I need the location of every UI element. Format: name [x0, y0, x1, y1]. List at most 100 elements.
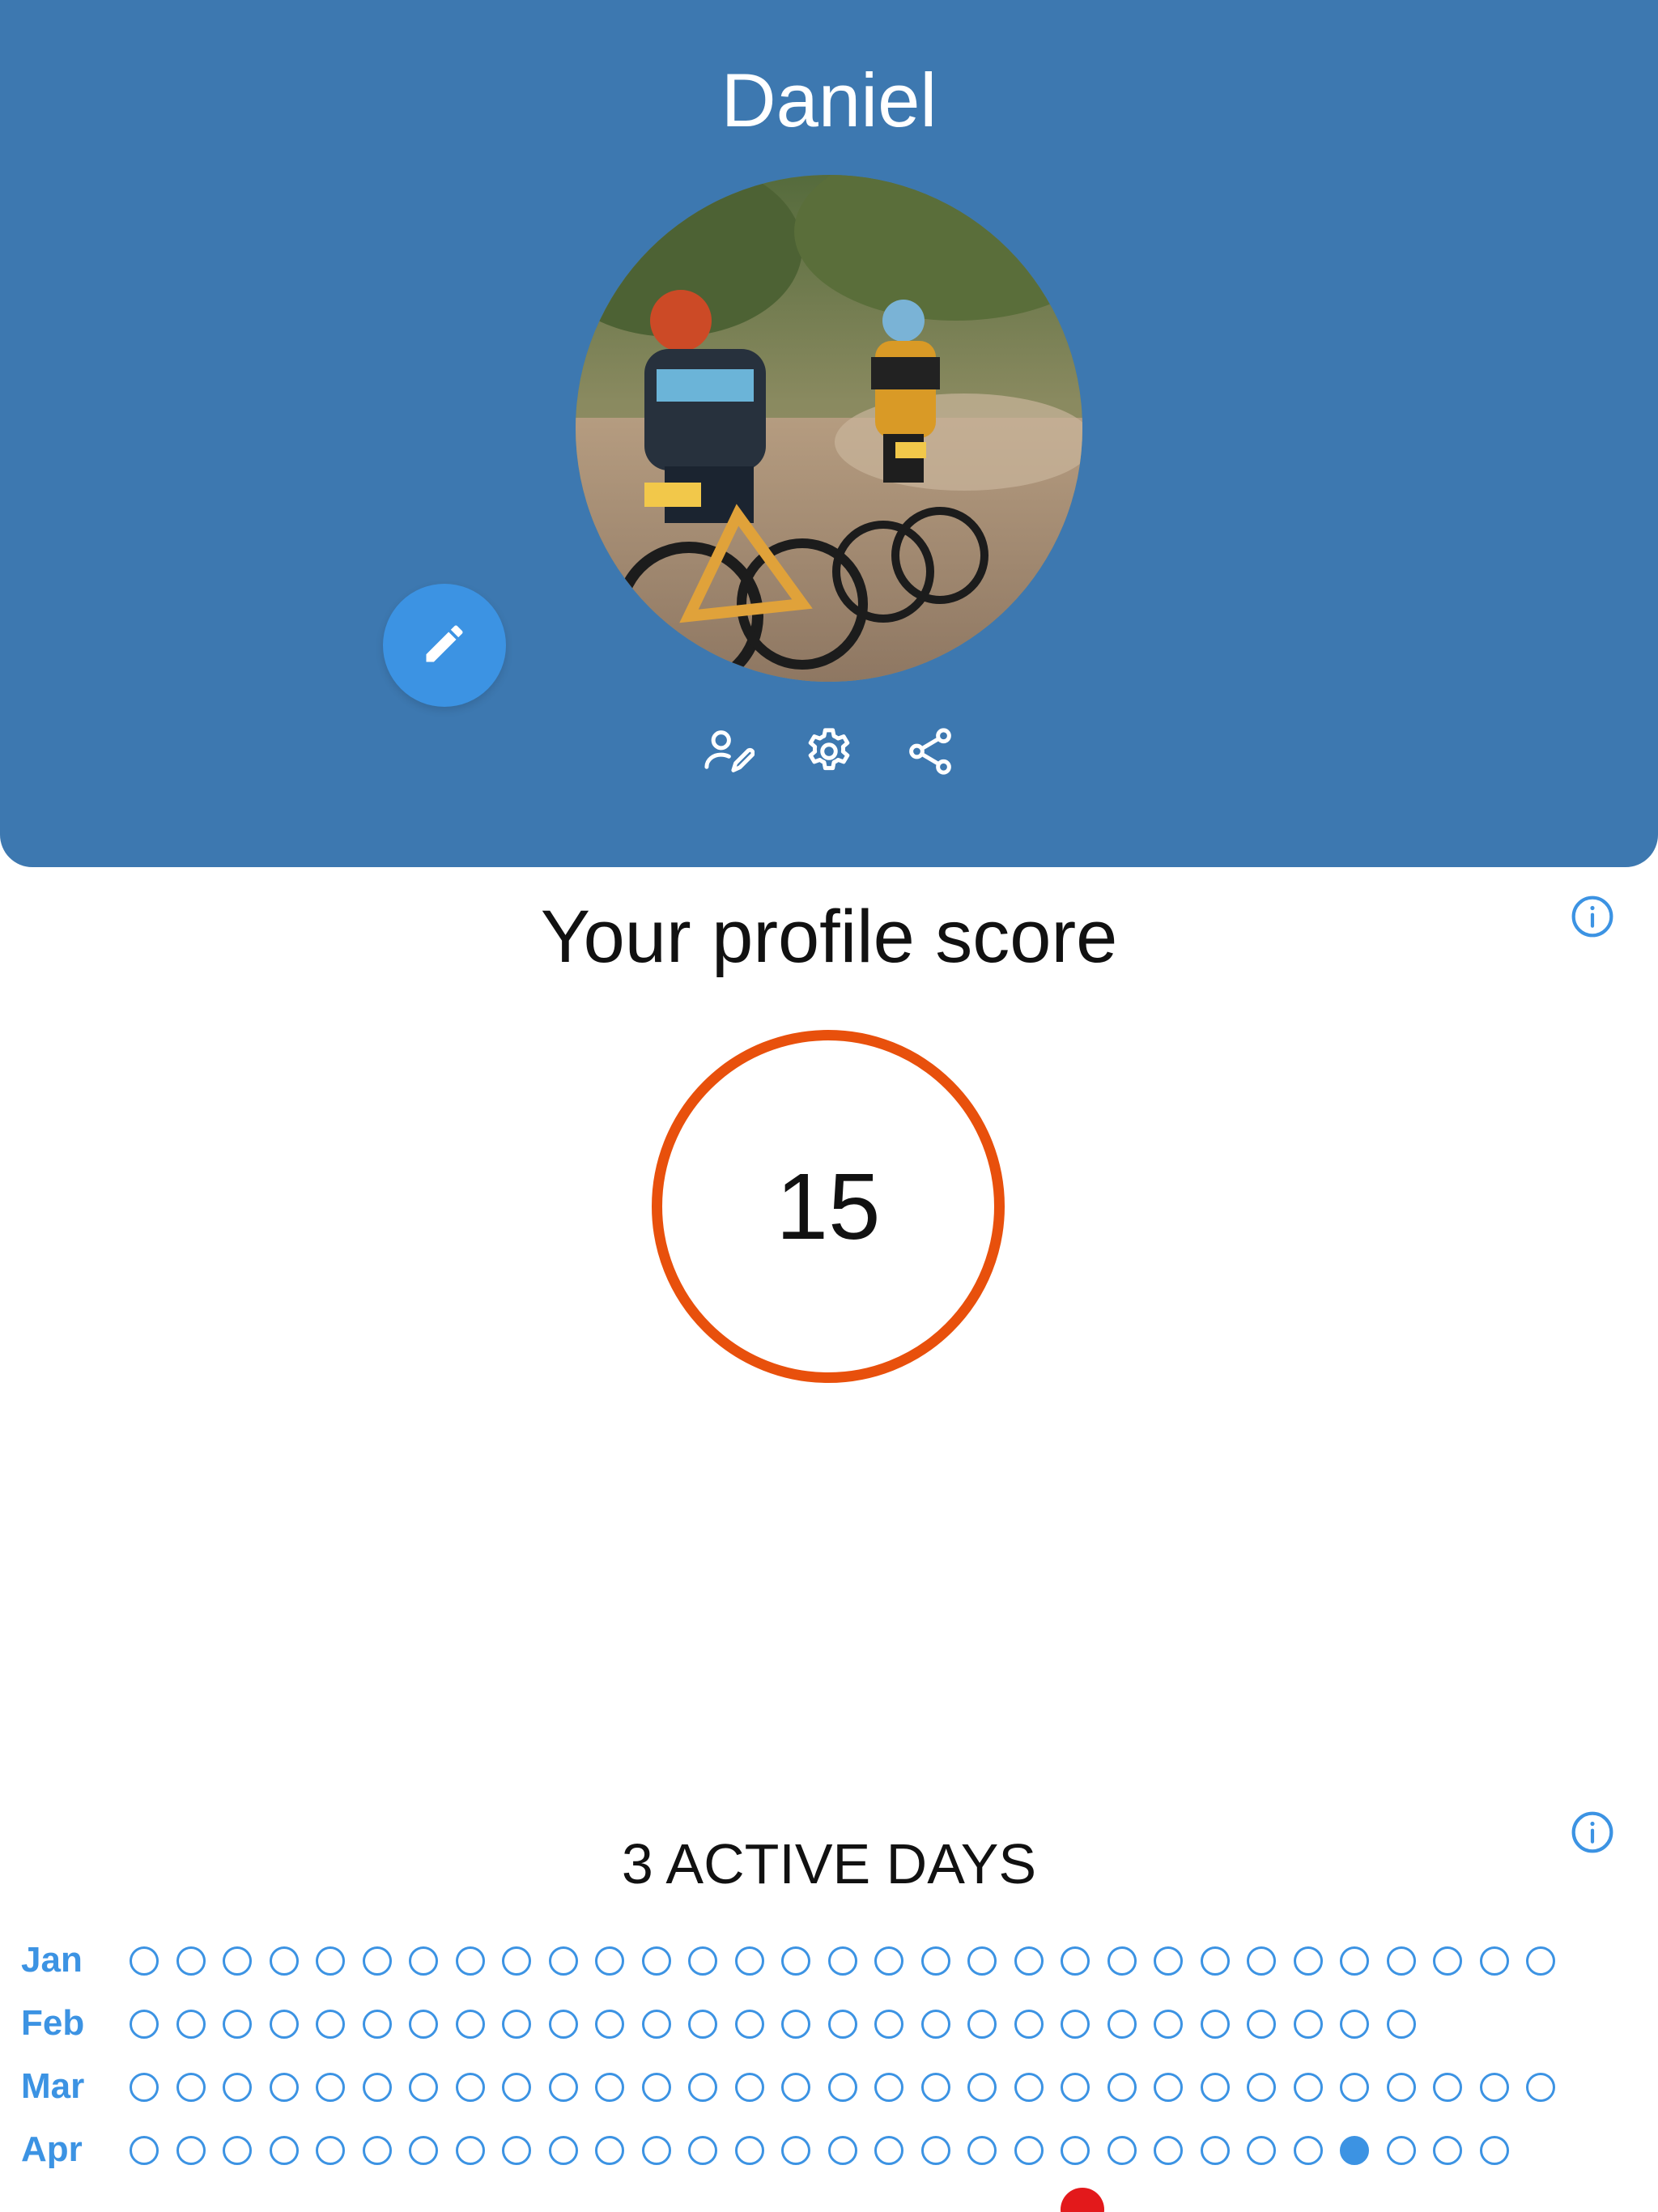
day-dot[interactable]: [176, 1946, 206, 1976]
day-dot[interactable]: [1386, 2073, 1416, 2102]
day-dot[interactable]: [827, 2136, 857, 2165]
day-dot[interactable]: [1200, 2136, 1230, 2165]
day-dot[interactable]: [874, 1946, 903, 1976]
day-dot[interactable]: [920, 1946, 950, 1976]
day-dot[interactable]: [1200, 1946, 1230, 1976]
day-dot[interactable]: [1061, 2136, 1090, 2165]
day-dot[interactable]: [176, 2010, 206, 2039]
day-dot[interactable]: [1293, 2136, 1323, 2165]
day-dot[interactable]: [409, 1946, 438, 1976]
day-dot[interactable]: [548, 2073, 578, 2102]
day-dot[interactable]: [1200, 2010, 1230, 2039]
share-icon[interactable]: [902, 723, 959, 780]
day-dot[interactable]: [362, 1946, 392, 1976]
day-dot[interactable]: [1526, 2073, 1555, 2102]
day-dot[interactable]: [176, 2073, 206, 2102]
info-icon[interactable]: [1570, 1810, 1615, 1855]
day-dot[interactable]: [1433, 2073, 1462, 2102]
day-dot[interactable]: [223, 2073, 252, 2102]
day-dot[interactable]: [502, 2010, 531, 2039]
day-dot[interactable]: [223, 2010, 252, 2039]
day-dot[interactable]: [688, 2136, 717, 2165]
day-dot[interactable]: [734, 2010, 764, 2039]
day-dot[interactable]: [1340, 2010, 1369, 2039]
day-dot[interactable]: [362, 2136, 392, 2165]
day-dot[interactable]: [874, 2136, 903, 2165]
day-dot[interactable]: [130, 2136, 159, 2165]
day-dot[interactable]: [1479, 2136, 1509, 2165]
day-dot[interactable]: [1061, 2073, 1090, 2102]
day-dot[interactable]: [269, 2136, 299, 2165]
day-dot[interactable]: [1247, 2136, 1276, 2165]
day-dot[interactable]: [1014, 2136, 1044, 2165]
day-dot[interactable]: [641, 2136, 671, 2165]
day-dot[interactable]: [595, 2010, 624, 2039]
day-dot[interactable]: [595, 1946, 624, 1976]
day-dot[interactable]: [548, 1946, 578, 1976]
day-dot[interactable]: [874, 2010, 903, 2039]
day-dot[interactable]: [1014, 2073, 1044, 2102]
day-dot[interactable]: [920, 2010, 950, 2039]
day-dot[interactable]: [223, 2136, 252, 2165]
day-dot[interactable]: [455, 2010, 485, 2039]
day-dot[interactable]: [1247, 2073, 1276, 2102]
day-dot[interactable]: [1293, 1946, 1323, 1976]
day-dot[interactable]: [781, 2136, 810, 2165]
day-dot[interactable]: [781, 2010, 810, 2039]
day-dot[interactable]: [130, 1946, 159, 1976]
day-dot[interactable]: [734, 1946, 764, 1976]
day-dot[interactable]: [362, 2010, 392, 2039]
day-dot[interactable]: [967, 2073, 997, 2102]
day-dot[interactable]: [362, 2073, 392, 2102]
day-dot[interactable]: [455, 2073, 485, 2102]
day-dot[interactable]: [1154, 1946, 1183, 1976]
day-dot[interactable]: [641, 1946, 671, 1976]
day-dot[interactable]: [734, 2136, 764, 2165]
day-dot[interactable]: [502, 2136, 531, 2165]
day-dot[interactable]: [1386, 2136, 1416, 2165]
day-dot[interactable]: [409, 2136, 438, 2165]
day-dot[interactable]: [827, 2073, 857, 2102]
day-dot[interactable]: [130, 2073, 159, 2102]
day-dot[interactable]: [781, 1946, 810, 1976]
day-dot[interactable]: [1340, 1946, 1369, 1976]
day-dot[interactable]: [641, 2010, 671, 2039]
day-dot[interactable]: [1014, 2010, 1044, 2039]
day-dot[interactable]: [688, 2010, 717, 2039]
day-dot[interactable]: [827, 1946, 857, 1976]
day-dot[interactable]: [1061, 1946, 1090, 1976]
day-dot[interactable]: [316, 1946, 345, 1976]
day-dot[interactable]: [595, 2073, 624, 2102]
day-dot[interactable]: [1107, 2010, 1137, 2039]
day-dot[interactable]: [1433, 1946, 1462, 1976]
day-dot[interactable]: [316, 2136, 345, 2165]
day-dot[interactable]: [1154, 2073, 1183, 2102]
day-dot[interactable]: [1293, 2010, 1323, 2039]
day-dot[interactable]: [1014, 1946, 1044, 1976]
day-dot[interactable]: [1386, 2010, 1416, 2039]
day-dot[interactable]: [1061, 2010, 1090, 2039]
day-dot[interactable]: [1247, 1946, 1276, 1976]
day-dot[interactable]: [781, 2073, 810, 2102]
day-dot[interactable]: [548, 2136, 578, 2165]
day-dot[interactable]: [409, 2010, 438, 2039]
day-dot[interactable]: [641, 2073, 671, 2102]
day-dot[interactable]: [176, 2136, 206, 2165]
day-dot[interactable]: [455, 2136, 485, 2165]
day-dot[interactable]: [548, 2010, 578, 2039]
day-dot[interactable]: [967, 1946, 997, 1976]
day-dot[interactable]: [827, 2010, 857, 2039]
day-dot[interactable]: [1340, 2136, 1369, 2165]
day-dot[interactable]: [967, 2010, 997, 2039]
gear-icon[interactable]: [801, 723, 857, 780]
day-dot[interactable]: [502, 1946, 531, 1976]
day-dot[interactable]: [130, 2010, 159, 2039]
day-dot[interactable]: [1479, 1946, 1509, 1976]
day-dot[interactable]: [269, 2073, 299, 2102]
day-dot[interactable]: [1107, 2136, 1137, 2165]
day-dot[interactable]: [316, 2073, 345, 2102]
day-dot[interactable]: [223, 1946, 252, 1976]
day-dot[interactable]: [688, 1946, 717, 1976]
day-dot[interactable]: [316, 2010, 345, 2039]
day-dot[interactable]: [1479, 2073, 1509, 2102]
